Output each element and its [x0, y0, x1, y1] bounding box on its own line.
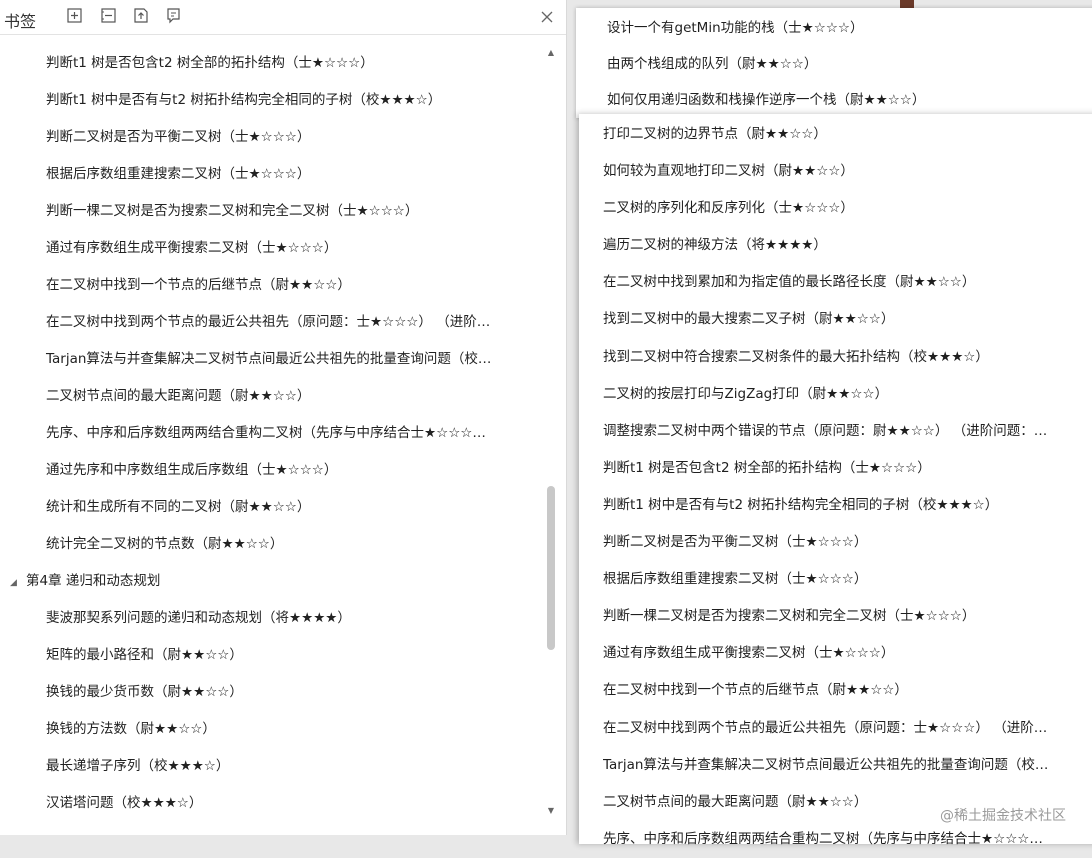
scrollbar-thumb[interactable] — [547, 486, 555, 650]
bookmark-item[interactable]: 在二叉树中找到累加和为指定值的最长路径长度（尉★★☆☆） — [603, 264, 1085, 301]
tree-item-label: 在二叉树中找到两个节点的最近公共祖先（原问题：士★☆☆☆） （进阶… — [46, 314, 491, 330]
bookmark-item[interactable]: 找到二叉树中符合搜索二叉树条件的最大拓扑结构（校★★★☆） — [603, 339, 1085, 376]
bookmark-item[interactable]: 根据后序数组重建搜索二叉树（士★☆☆☆） — [603, 561, 1085, 598]
bookmark-item[interactable]: 遍历二叉树的神级方法（将★★★★） — [603, 227, 1085, 264]
tree-item[interactable]: 二叉树节点间的最大距离问题（尉★★☆☆） — [0, 378, 540, 415]
bookmark-tree: 判断t1 树是否包含t2 树全部的拓扑结构（士★☆☆☆） 判断t1 树中是否有与t… — [0, 45, 540, 835]
bookmark-item[interactable]: 判断一棵二叉树是否为搜索二叉树和完全二叉树（士★☆☆☆） — [603, 598, 1085, 635]
watermark: @稀土掘金技术社区 — [940, 808, 1066, 824]
tree-item-label: 最长递增子序列（校★★★☆） — [46, 758, 230, 774]
tree-item[interactable]: 判断t1 树是否包含t2 树全部的拓扑结构（士★☆☆☆） — [0, 45, 540, 82]
tree-item[interactable]: 汉诺塔问题（校★★★☆） — [0, 785, 540, 822]
tree-item-label: 在二叉树中找到一个节点的后继节点（尉★★☆☆） — [46, 277, 351, 293]
tree-item-label: 判断t1 树是否包含t2 树全部的拓扑结构（士★☆☆☆） — [46, 55, 374, 71]
tree-item[interactable]: 通过先序和中序数组生成后序数组（士★☆☆☆） — [0, 452, 540, 489]
close-icon[interactable] — [539, 9, 555, 25]
tree-item-label: 矩阵的最小路径和（尉★★☆☆） — [46, 647, 243, 663]
tree-item[interactable]: 换钱的最少货币数（尉★★☆☆） — [0, 674, 540, 711]
bookmark-list: 打印二叉树的边界节点（尉★★☆☆） 如何较为直观地打印二叉树（尉★★☆☆） 二叉树的… — [603, 116, 1085, 858]
bookmark-item[interactable]: 在二叉树中找到两个节点的最近公共祖先（原问题：士★☆☆☆） （进阶… — [603, 710, 1085, 747]
bookmark-item[interactable]: Tarjan算法与并查集解决二叉树节点间最近公共祖先的批量查询问题（校… — [603, 747, 1085, 784]
tree-item[interactable]: 判断一棵二叉树是否为搜索二叉树和完全二叉树（士★☆☆☆） — [0, 193, 540, 230]
tree-item[interactable]: 判断二叉树是否为平衡二叉树（士★☆☆☆） — [0, 119, 540, 156]
panel-title: 书签 — [4, 12, 37, 31]
tree-item-label: 判断二叉树是否为平衡二叉树（士★☆☆☆） — [46, 129, 311, 145]
bookmark-item[interactable]: 由两个栈组成的队列（尉★★☆☆） — [607, 46, 817, 83]
bookmark-item[interactable]: 二叉树的按层打印与ZigZag打印（尉★★☆☆） — [603, 376, 1085, 413]
tree-item-label: 判断t1 树中是否有与t2 树拓扑结构完全相同的子树（校★★★☆） — [46, 92, 442, 108]
tree-item-label: 换钱的最少货币数（尉★★☆☆） — [46, 684, 243, 700]
tree-item-label: 统计和生成所有不同的二叉树（尉★★☆☆） — [46, 499, 311, 515]
tree-item[interactable]: 矩阵的最小路径和（尉★★☆☆） — [0, 637, 540, 674]
tree-item[interactable]: 斐波那契系列问题的递归和动态规划（将★★★★） — [0, 600, 540, 637]
tree-item-label: 换钱的方法数（尉★★☆☆） — [46, 721, 216, 737]
bookmark-up-icon[interactable] — [132, 7, 149, 24]
tree-item[interactable]: 换钱的方法数（尉★★☆☆） — [0, 711, 540, 748]
bookmark-window-top: 设计一个有getMin功能的栈（士★☆☆☆） 由两个栈组成的队列（尉★★☆☆） … — [576, 8, 1092, 118]
tree-chapter[interactable]: ◢ 第4章 递归和动态规划 — [0, 563, 540, 600]
bookmark-item[interactable]: 调整搜索二叉树中两个错误的节点（原问题：尉★★☆☆） （进阶问题：… — [603, 413, 1085, 450]
tree-item[interactable]: Tarjan算法与并查集解决二叉树节点间最近公共祖先的批量查询问题（校… — [0, 341, 540, 378]
tree-item[interactable]: 先序、中序和后序数组两两结合重构二叉树（先序与中序结合士★☆☆☆… — [0, 415, 540, 452]
bookmark-item[interactable]: 先序、中序和后序数组两两结合重构二叉树（先序与中序结合士★☆☆☆… — [603, 821, 1085, 858]
tree-item-label: 第4章 递归和动态规划 — [26, 573, 161, 589]
scroll-up-icon[interactable]: ▲ — [546, 48, 556, 58]
bookmark-item[interactable]: 判断t1 树中是否有与t2 树拓扑结构完全相同的子树（校★★★☆） — [603, 487, 1085, 524]
bookmark-item[interactable]: 判断二叉树是否为平衡二叉树（士★☆☆☆） — [603, 524, 1085, 561]
tree-item[interactable]: 统计和生成所有不同的二叉树（尉★★☆☆） — [0, 489, 540, 526]
tree-item[interactable]: 在二叉树中找到两个节点的最近公共祖先（原问题：士★☆☆☆） （进阶… — [0, 304, 540, 341]
tree-item-label: 判断一棵二叉树是否为搜索二叉树和完全二叉树（士★☆☆☆） — [46, 203, 419, 219]
bookmark-item[interactable]: 在二叉树中找到一个节点的后继节点（尉★★☆☆） — [603, 672, 1085, 709]
bookmark-item[interactable]: 二叉树的序列化和反序列化（士★☆☆☆） — [603, 190, 1085, 227]
scroll-down-icon[interactable]: ▼ — [546, 806, 556, 816]
tree-item-label: 通过有序数组生成平衡搜索二叉树（士★☆☆☆） — [46, 240, 338, 256]
tree-item-label: 根据后序数组重建搜索二叉树（士★☆☆☆） — [46, 166, 311, 182]
panel-header: 书签 — [0, 0, 566, 34]
tree-item-label: 汉诺塔问题（校★★★☆） — [46, 795, 203, 811]
tree-item-label: 先序、中序和后序数组两两结合重构二叉树（先序与中序结合士★☆☆☆… — [46, 425, 486, 441]
tree-item-label: 通过先序和中序数组生成后序数组（士★☆☆☆） — [46, 462, 338, 478]
divider — [0, 34, 566, 35]
bookmark-window-main: 打印二叉树的边界节点（尉★★☆☆） 如何较为直观地打印二叉树（尉★★☆☆） 二叉树的… — [579, 114, 1092, 847]
add-bookmark-icon[interactable] — [66, 7, 83, 24]
tree-item-label: 斐波那契系列问题的递归和动态规划（将★★★★） — [46, 610, 351, 626]
tree-item-label: Tarjan算法与并查集解决二叉树节点间最近公共祖先的批量查询问题（校… — [46, 351, 492, 367]
bookmark-item[interactable]: 设计一个有getMin功能的栈（士★☆☆☆） — [607, 10, 864, 47]
tree-item[interactable]: 根据后序数组重建搜索二叉树（士★☆☆☆） — [0, 156, 540, 193]
bookmark-item[interactable]: 如何较为直观地打印二叉树（尉★★☆☆） — [603, 153, 1085, 190]
bookmark-item[interactable]: 判断t1 树是否包含t2 树全部的拓扑结构（士★☆☆☆） — [603, 450, 1085, 487]
bookmark-item[interactable]: 打印二叉树的边界节点（尉★★☆☆） — [603, 116, 1085, 153]
tree-item[interactable]: 通过有序数组生成平衡搜索二叉树（士★☆☆☆） — [0, 230, 540, 267]
scrollbar[interactable]: ▲ ▼ — [544, 46, 558, 818]
collapse-all-icon[interactable] — [100, 7, 117, 24]
tree-item[interactable]: 判断t1 树中是否有与t2 树拓扑结构完全相同的子树（校★★★☆） — [0, 82, 540, 119]
bookmark-note-icon[interactable] — [165, 7, 182, 24]
bookmark-item[interactable]: 通过有序数组生成平衡搜索二叉树（士★☆☆☆） — [603, 635, 1085, 672]
expand-triangle-icon[interactable]: ◢ — [10, 565, 26, 600]
tree-item[interactable]: 在二叉树中找到一个节点的后继节点（尉★★☆☆） — [0, 267, 540, 304]
bookmark-item[interactable]: 找到二叉树中的最大搜索二叉子树（尉★★☆☆） — [603, 301, 1085, 338]
tree-item[interactable]: 最长递增子序列（校★★★☆） — [0, 748, 540, 785]
tree-item-label: 统计完全二叉树的节点数（尉★★☆☆） — [46, 536, 284, 552]
tree-item[interactable]: 统计完全二叉树的节点数（尉★★☆☆） — [0, 526, 540, 563]
tree-item-label: 二叉树节点间的最大距离问题（尉★★☆☆） — [46, 388, 311, 404]
bookmark-panel: 书签 判断t1 树是否包含t2 树全部的拓扑结构（士★☆☆☆） 判断t1 树中是否… — [0, 0, 567, 835]
